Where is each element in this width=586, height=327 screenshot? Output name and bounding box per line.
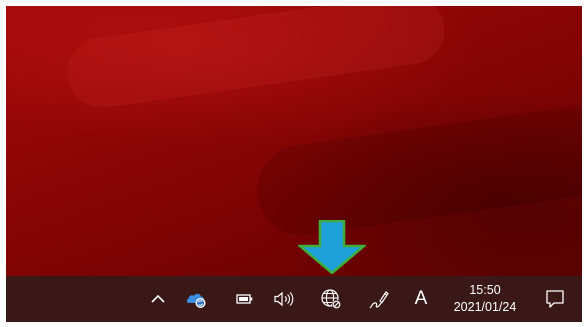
show-hidden-icons-button[interactable] <box>144 276 172 322</box>
wallpaper-streak <box>62 6 450 113</box>
screenshot-frame: A 15:50 2021/01/24 <box>6 6 582 322</box>
battery-icon <box>236 294 253 304</box>
network-globe-icon <box>321 289 341 309</box>
network-button[interactable] <box>316 276 346 322</box>
clock-time: 15:50 <box>469 283 501 297</box>
volume-button[interactable] <box>270 276 298 322</box>
notification-icon <box>546 290 564 308</box>
input-language-label: A <box>414 288 428 309</box>
input-language-indicator[interactable]: A <box>408 276 434 322</box>
windows-ink-button[interactable] <box>364 276 394 322</box>
onedrive-sync-icon <box>186 293 206 308</box>
pen-ink-icon <box>369 291 389 309</box>
taskbar: A 15:50 2021/01/24 <box>6 276 582 322</box>
clock-date: 2021/01/24 <box>453 300 517 314</box>
action-center-button[interactable] <box>538 276 572 322</box>
chevron-up-icon <box>151 294 165 303</box>
onedrive-button[interactable] <box>182 276 212 322</box>
battery-button[interactable] <box>232 276 258 322</box>
desktop-wallpaper <box>6 6 582 276</box>
annotation-arrow-down-icon <box>298 220 366 274</box>
clock-button[interactable]: 15:50 2021/01/24 <box>442 276 528 322</box>
volume-icon <box>274 291 294 307</box>
